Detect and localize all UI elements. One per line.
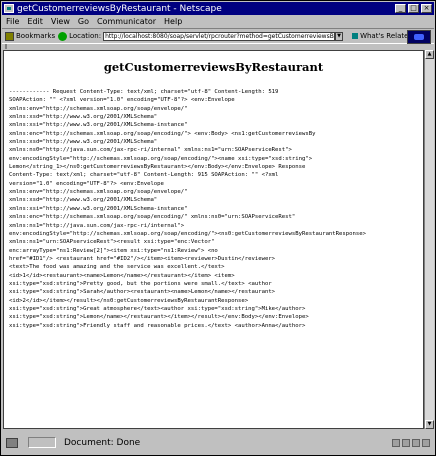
menu-help[interactable]: Help [160, 17, 186, 26]
menu-file[interactable]: File [2, 17, 23, 26]
page-content: getCustomerreviewsByRestaurant ---------… [3, 50, 424, 429]
menu-edit[interactable]: Edit [23, 17, 47, 26]
bookmark-icon [5, 31, 14, 41]
netscape-throbber-icon[interactable] [407, 30, 431, 44]
whats-related-button[interactable]: What's Related [346, 32, 413, 40]
address-field[interactable]: http://localhost:8080/soap/servlet/rpcro… [103, 31, 336, 41]
bookmarks-button[interactable]: Bookmarks [5, 31, 56, 41]
location-label: Location: [69, 32, 102, 40]
mail-icon[interactable] [402, 438, 410, 447]
title-bar[interactable]: getCustomerreviewsByRestaurant - Netscap… [2, 2, 434, 15]
netscape-app-icon[interactable] [4, 4, 14, 13]
menu-view[interactable]: View [47, 17, 74, 26]
status-text: Document: Done [64, 437, 141, 448]
window-title: getCustomerreviewsByRestaurant - Netscap… [17, 3, 222, 14]
personal-toolbar [2, 43, 434, 49]
progress-bar [28, 437, 56, 448]
scroll-down-button[interactable]: ▼ [425, 420, 434, 429]
vertical-scrollbar[interactable]: ▲ ▼ [424, 50, 434, 429]
toolbar-grip[interactable] [5, 43, 7, 49]
related-icon [352, 33, 359, 39]
location-area: Location: http://localhost:8080/soap/ser… [58, 31, 344, 41]
navigator-icon[interactable] [392, 438, 400, 447]
menu-bar: File Edit View Go Communicator Help [2, 16, 434, 27]
minimize-button[interactable]: _ [395, 4, 406, 13]
composer-icon[interactable] [422, 438, 430, 447]
newsgroups-icon[interactable] [412, 438, 420, 447]
location-toolbar: Bookmarks Location: http://localhost:808… [2, 28, 434, 44]
browser-window: getCustomerreviewsByRestaurant - Netscap… [0, 0, 436, 456]
soap-message-text: ------------ Request Content-Type: text/… [9, 89, 366, 329]
menu-communicator[interactable]: Communicator [93, 17, 160, 26]
scroll-up-button[interactable]: ▲ [425, 50, 434, 59]
page-heading: getCustomerreviewsByRestaurant [103, 60, 324, 74]
status-bar: Document: Done [2, 431, 434, 454]
maximize-button[interactable]: □ [408, 4, 419, 13]
menu-go[interactable]: Go [74, 17, 93, 26]
whats-related-label: What's Related [360, 32, 413, 40]
bookmarks-label: Bookmarks [16, 32, 56, 40]
address-dropdown-button[interactable]: ▼ [335, 31, 344, 41]
close-button[interactable]: × [421, 4, 432, 13]
security-lock-icon[interactable] [6, 437, 18, 448]
component-bar [390, 438, 430, 447]
page-proxy-icon[interactable] [58, 31, 68, 41]
